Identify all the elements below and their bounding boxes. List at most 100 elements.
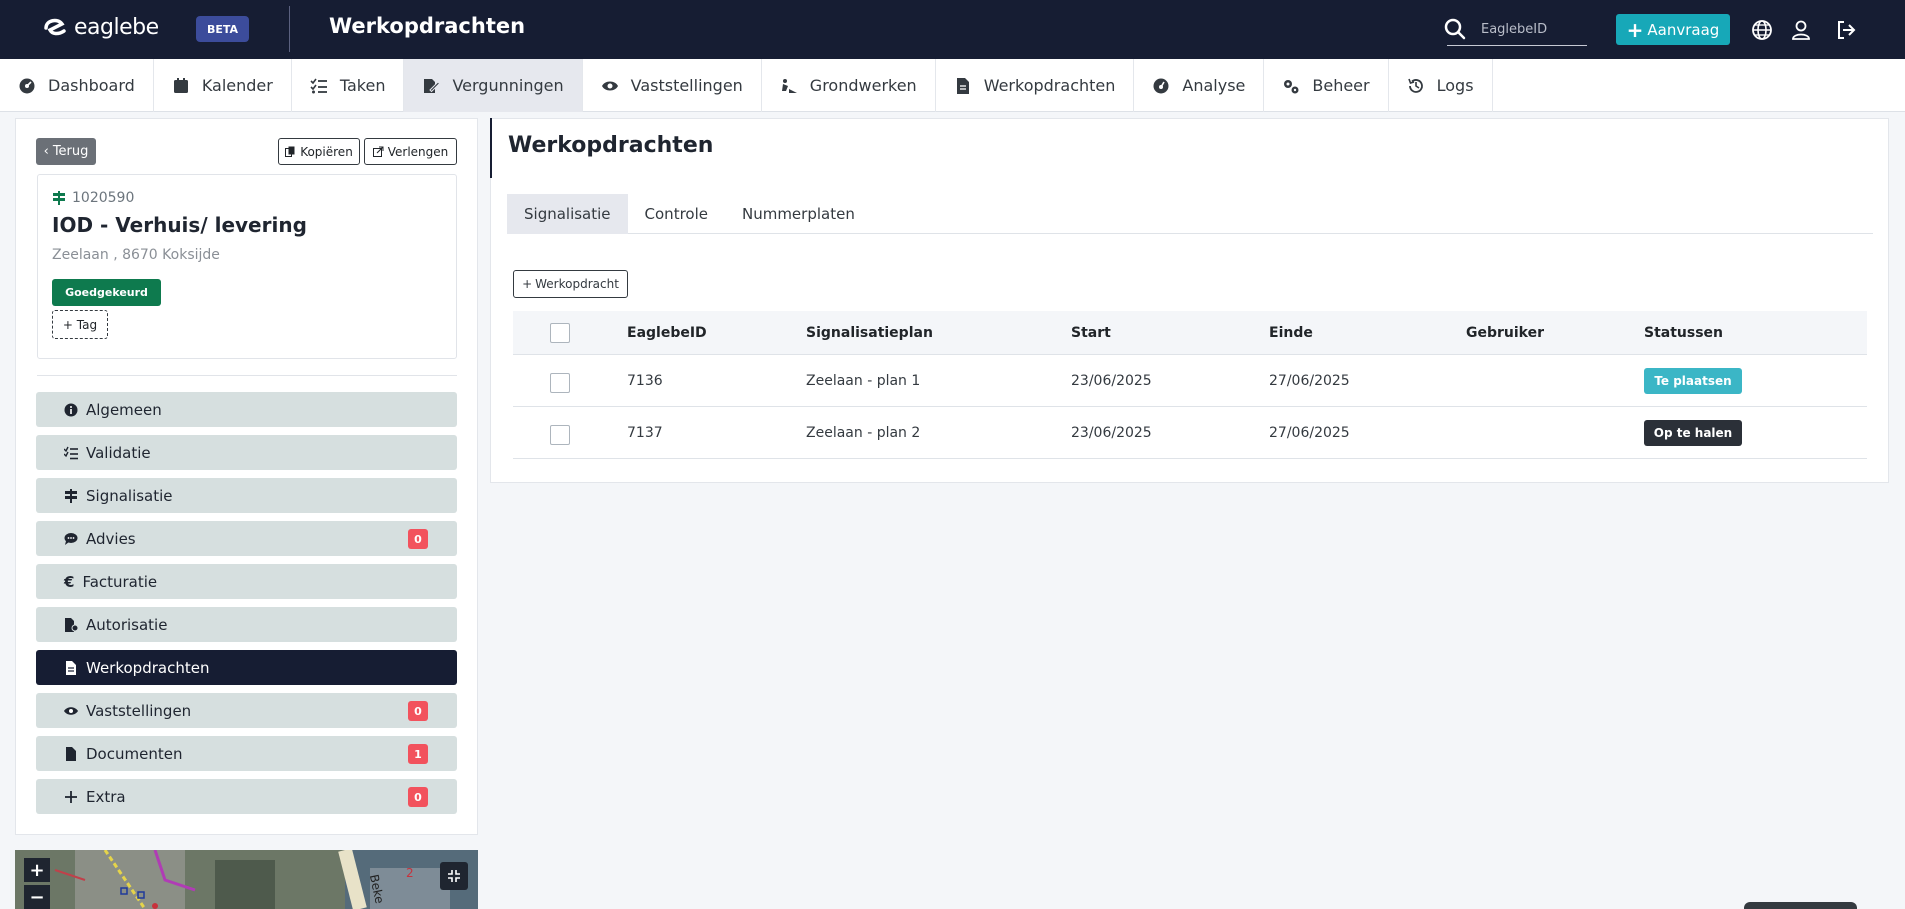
file-signature-icon: [65, 617, 78, 632]
compress-icon: [448, 870, 460, 882]
menu-label: Advies: [86, 529, 136, 548]
nav-dashboard[interactable]: Dashboard: [0, 59, 154, 112]
search-icon[interactable]: [1443, 17, 1467, 41]
cell-start: 23/06/2025: [1071, 372, 1152, 389]
count-badge: 0: [408, 787, 428, 807]
nav-label: Vaststellingen: [630, 76, 743, 95]
nav-kalender[interactable]: Kalender: [154, 59, 292, 112]
copy-button[interactable]: Kopiëren: [278, 138, 360, 165]
page-title: Werkopdrachten: [508, 133, 714, 158]
nav-taken[interactable]: Taken: [292, 59, 405, 112]
nav-werkopdrachten[interactable]: Werkopdrachten: [936, 59, 1135, 112]
menu-label: Werkopdrachten: [86, 658, 210, 677]
panel-accent-bar: [490, 118, 492, 178]
column-header[interactable]: Einde: [1269, 325, 1466, 341]
tab-signalisatie[interactable]: Signalisatie: [507, 194, 628, 234]
menu-documenten[interactable]: Documenten 1: [36, 736, 457, 771]
menu-autorisatie[interactable]: Autorisatie: [36, 607, 457, 642]
zoom-in-button[interactable]: +: [24, 858, 50, 882]
menu-algemeen[interactable]: Algemeen: [36, 392, 457, 427]
logout-icon[interactable]: [1835, 19, 1857, 41]
map-marker-label: 2: [406, 866, 414, 880]
menu-advies[interactable]: Advies 0: [36, 521, 457, 556]
tab-controle[interactable]: Controle: [628, 194, 725, 234]
table-row[interactable]: 7137 Zeelaan - plan 2 23/06/2025 27/06/2…: [513, 407, 1867, 459]
count-badge: 0: [408, 529, 428, 549]
menu-label: Algemeen: [86, 400, 162, 419]
permit-menu: Algemeen Validatie Signalisatie Advies 0…: [36, 392, 457, 822]
cell-einde: 27/06/2025: [1269, 424, 1350, 441]
checklist-icon: [64, 446, 78, 459]
calendar-icon: [173, 77, 188, 93]
extend-label: Verlengen: [387, 144, 449, 159]
menu-vaststellingen[interactable]: Vaststellingen 0: [36, 693, 457, 728]
nav-logs[interactable]: Logs: [1389, 59, 1493, 112]
nav-label: Logs: [1436, 76, 1474, 95]
cell-start: 23/06/2025: [1071, 424, 1152, 441]
beta-badge: BETA: [196, 16, 249, 42]
row-checkbox[interactable]: [550, 372, 570, 393]
gears-icon: [1284, 79, 1299, 93]
column-header[interactable]: Start: [1071, 325, 1269, 341]
column-header[interactable]: EaglebeID: [627, 325, 806, 341]
plus-icon: +: [1626, 17, 1644, 42]
eye-icon: [601, 81, 618, 90]
new-request-button[interactable]: + Aanvraag: [1616, 14, 1730, 45]
menu-signalisatie[interactable]: Signalisatie: [36, 478, 457, 513]
nav-label: Kalender: [201, 76, 273, 95]
permit-card: 1020590 IOD - Verhuis/ levering Zeelaan …: [37, 174, 457, 359]
nav-vergunningen[interactable]: Vergunningen: [404, 59, 583, 112]
menu-label: Facturatie: [82, 572, 158, 591]
status-badge[interactable]: Op te halen: [1644, 419, 1742, 446]
document-icon: [66, 660, 76, 675]
menu-facturatie[interactable]: € Facturatie: [36, 564, 457, 599]
nav-beheer[interactable]: Beheer: [1264, 59, 1389, 112]
gauge-icon: [1153, 78, 1169, 93]
add-tag-button[interactable]: + Tag: [52, 310, 108, 339]
zoom-out-button[interactable]: −: [24, 885, 50, 909]
count-badge: 0: [408, 701, 428, 721]
plus-icon: [65, 790, 77, 803]
logo[interactable]: eaglebe: [42, 14, 159, 40]
nav-analyse[interactable]: Analyse: [1134, 59, 1265, 112]
menu-label: Extra: [86, 787, 126, 806]
menu-validatie[interactable]: Validatie: [36, 435, 457, 470]
nav-label: Grondwerken: [809, 76, 917, 95]
back-label: Terug: [52, 144, 89, 159]
column-header[interactable]: Gebruiker: [1466, 325, 1644, 341]
tasks-icon: [310, 78, 327, 93]
user-icon[interactable]: [1790, 19, 1812, 41]
nav-vaststellingen[interactable]: Vaststellingen: [583, 59, 762, 112]
add-werkopdracht-button[interactable]: + Werkopdracht: [513, 270, 628, 298]
count-badge: 1: [408, 744, 428, 764]
menu-label: Vaststellingen: [86, 701, 192, 720]
location-map[interactable]: Beke 2 + −: [15, 850, 478, 909]
fullscreen-button[interactable]: [440, 862, 468, 890]
table-row[interactable]: 7136 Zeelaan - plan 1 23/06/2025 27/06/2…: [513, 355, 1867, 407]
menu-label: Autorisatie: [86, 615, 168, 634]
dashboard-icon: [19, 78, 35, 93]
globe-icon[interactable]: [1751, 19, 1773, 41]
menu-werkopdrachten[interactable]: Werkopdrachten: [36, 650, 457, 685]
column-header[interactable]: Signalisatieplan: [806, 325, 1071, 341]
floating-button[interactable]: [1744, 902, 1857, 909]
top-bar: eaglebe BETA Werkopdrachten + Aanvraag: [0, 0, 1905, 59]
select-all-checkbox[interactable]: [550, 322, 570, 343]
menu-extra[interactable]: Extra 0: [36, 779, 457, 814]
column-header[interactable]: Statussen: [1644, 325, 1867, 341]
add-werkopdracht-label: Werkopdracht: [535, 277, 619, 291]
tab-nummerplaten[interactable]: Nummerplaten: [725, 194, 872, 234]
new-request-label: Aanvraag: [1647, 20, 1720, 39]
back-button[interactable]: ‹ Terug: [36, 138, 96, 165]
external-link-icon: [372, 146, 384, 157]
file-icon: [66, 746, 76, 761]
eaglebe-id-search-input[interactable]: [1447, 14, 1587, 46]
row-checkbox[interactable]: [550, 424, 570, 445]
copy-icon: [285, 146, 295, 157]
extend-button[interactable]: Verlengen: [364, 138, 457, 165]
nav-grondwerken[interactable]: Grondwerken: [762, 59, 936, 112]
status-badge[interactable]: Te plaatsen: [1644, 367, 1742, 394]
eye-icon: [64, 706, 78, 715]
permit-icon: [424, 78, 441, 93]
nav-label: Werkopdrachten: [983, 76, 1116, 95]
